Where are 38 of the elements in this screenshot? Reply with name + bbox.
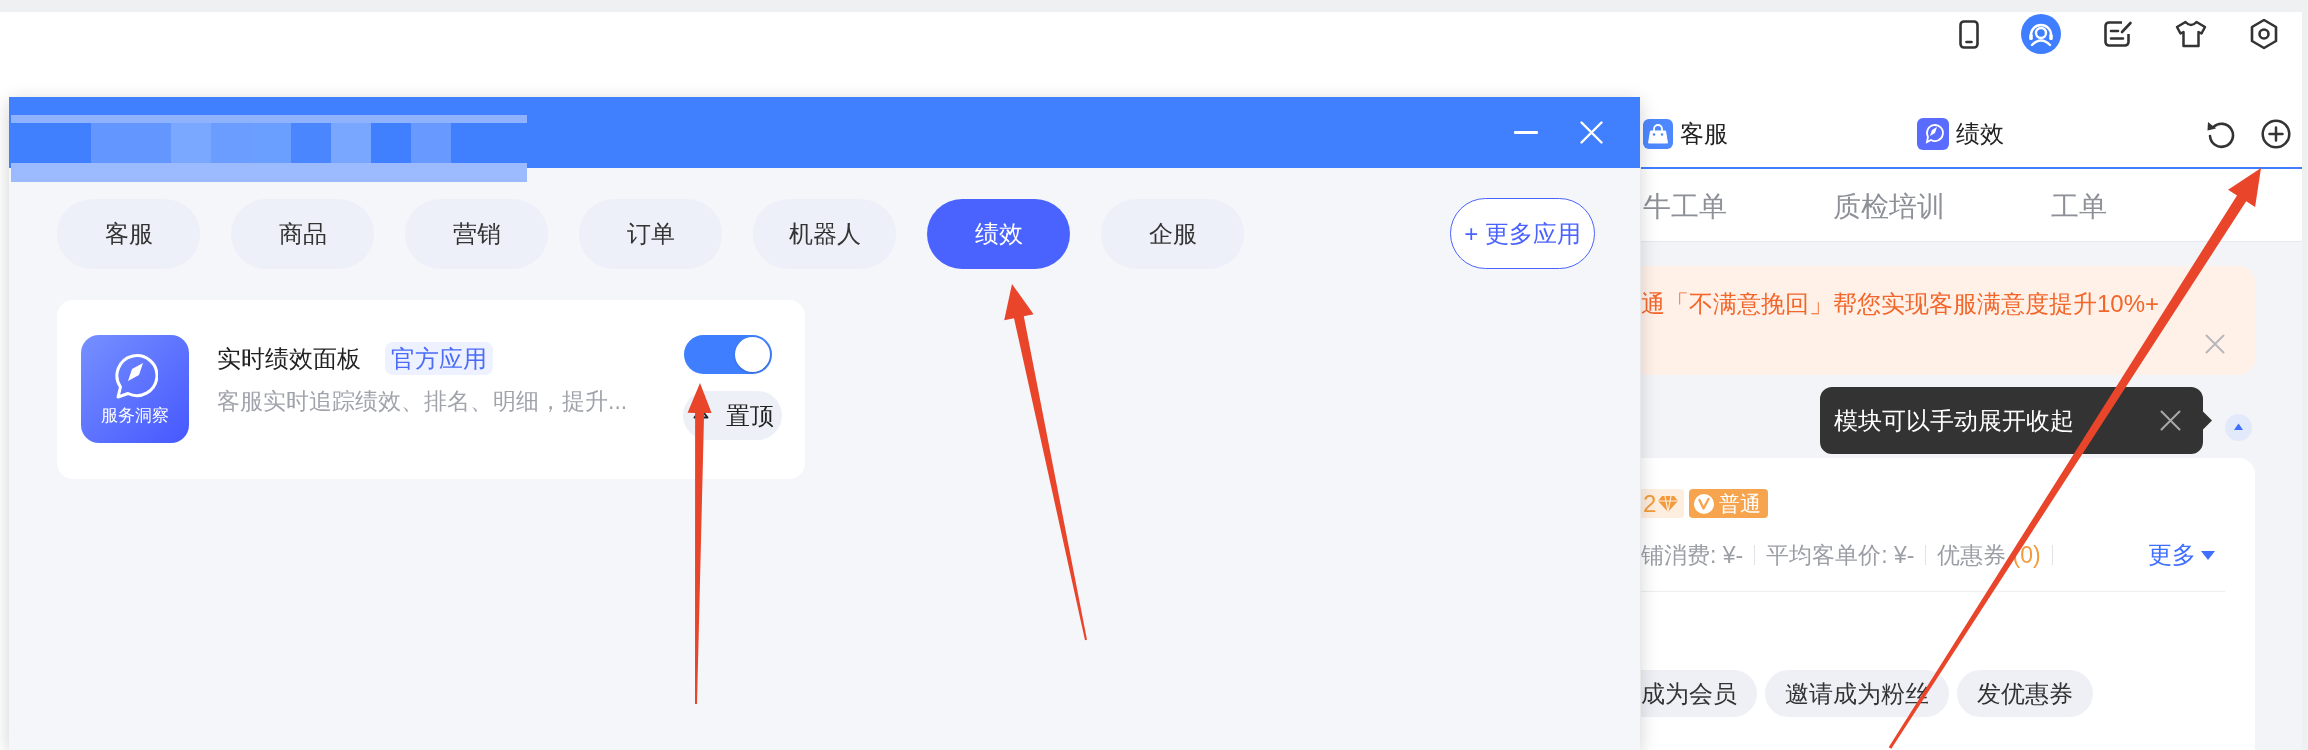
caret-down-icon: [2201, 550, 2215, 560]
category-tab[interactable]: 机器人: [753, 198, 896, 269]
stat-text: 铺消费: ¥-: [1641, 540, 1744, 570]
icon-caption: 服务洞察: [101, 405, 169, 427]
compass-icon: [1917, 117, 1949, 150]
shirt-icon[interactable]: [2175, 20, 2207, 48]
compass-icon: [112, 351, 158, 399]
close-icon[interactable]: [2160, 410, 2181, 431]
official-tag: 官方应用: [385, 342, 493, 375]
action-button[interactable]: 发优惠券: [1957, 670, 2093, 717]
diamond-icon: [1658, 494, 1679, 513]
category-tab[interactable]: 订单: [579, 198, 722, 269]
panel-tab[interactable]: 客服: [1643, 117, 1728, 150]
badge-icon: [1693, 492, 1716, 515]
more-apps-button[interactable]: + 更多应用: [1450, 198, 1595, 269]
stat-text: 平均客单价: ¥-: [1766, 540, 1915, 570]
member-label: 普通: [1719, 491, 1762, 517]
settings-icon[interactable]: [2249, 18, 2279, 50]
category-tab[interactable]: 绩效: [927, 198, 1070, 269]
toggle-switch[interactable]: [684, 335, 772, 374]
panel-tab[interactable]: 绩效: [1917, 117, 2004, 150]
note-icon[interactable]: [2103, 20, 2133, 48]
app-title: 实时绩效面板: [217, 343, 361, 374]
phone-icon[interactable]: [1959, 19, 1979, 49]
tooltip-text: 模块可以手动展开收起: [1834, 405, 2074, 436]
plus-circle-icon[interactable]: [2261, 118, 2291, 149]
app-description: 客服实时追踪绩效、排名、明细，提升...: [217, 387, 629, 416]
headset-icon[interactable]: [2021, 14, 2061, 54]
action-button[interactable]: 成为会员: [1641, 670, 1757, 717]
category-tab[interactable]: 客服: [57, 198, 200, 269]
level-text: 2: [1643, 489, 1657, 518]
banner-text: 通「不满意挽回」帮您实现客服满意度提升10%+: [1641, 289, 2161, 319]
stat-text: 优惠券: [1937, 540, 2007, 570]
caret-up-icon[interactable]: [2225, 414, 2252, 441]
more-link[interactable]: 更多: [2148, 539, 2215, 571]
category-tab[interactable]: 商品: [231, 198, 374, 269]
category-tab[interactable]: 企服: [1101, 198, 1244, 269]
category-tab[interactable]: 营销: [405, 198, 548, 269]
